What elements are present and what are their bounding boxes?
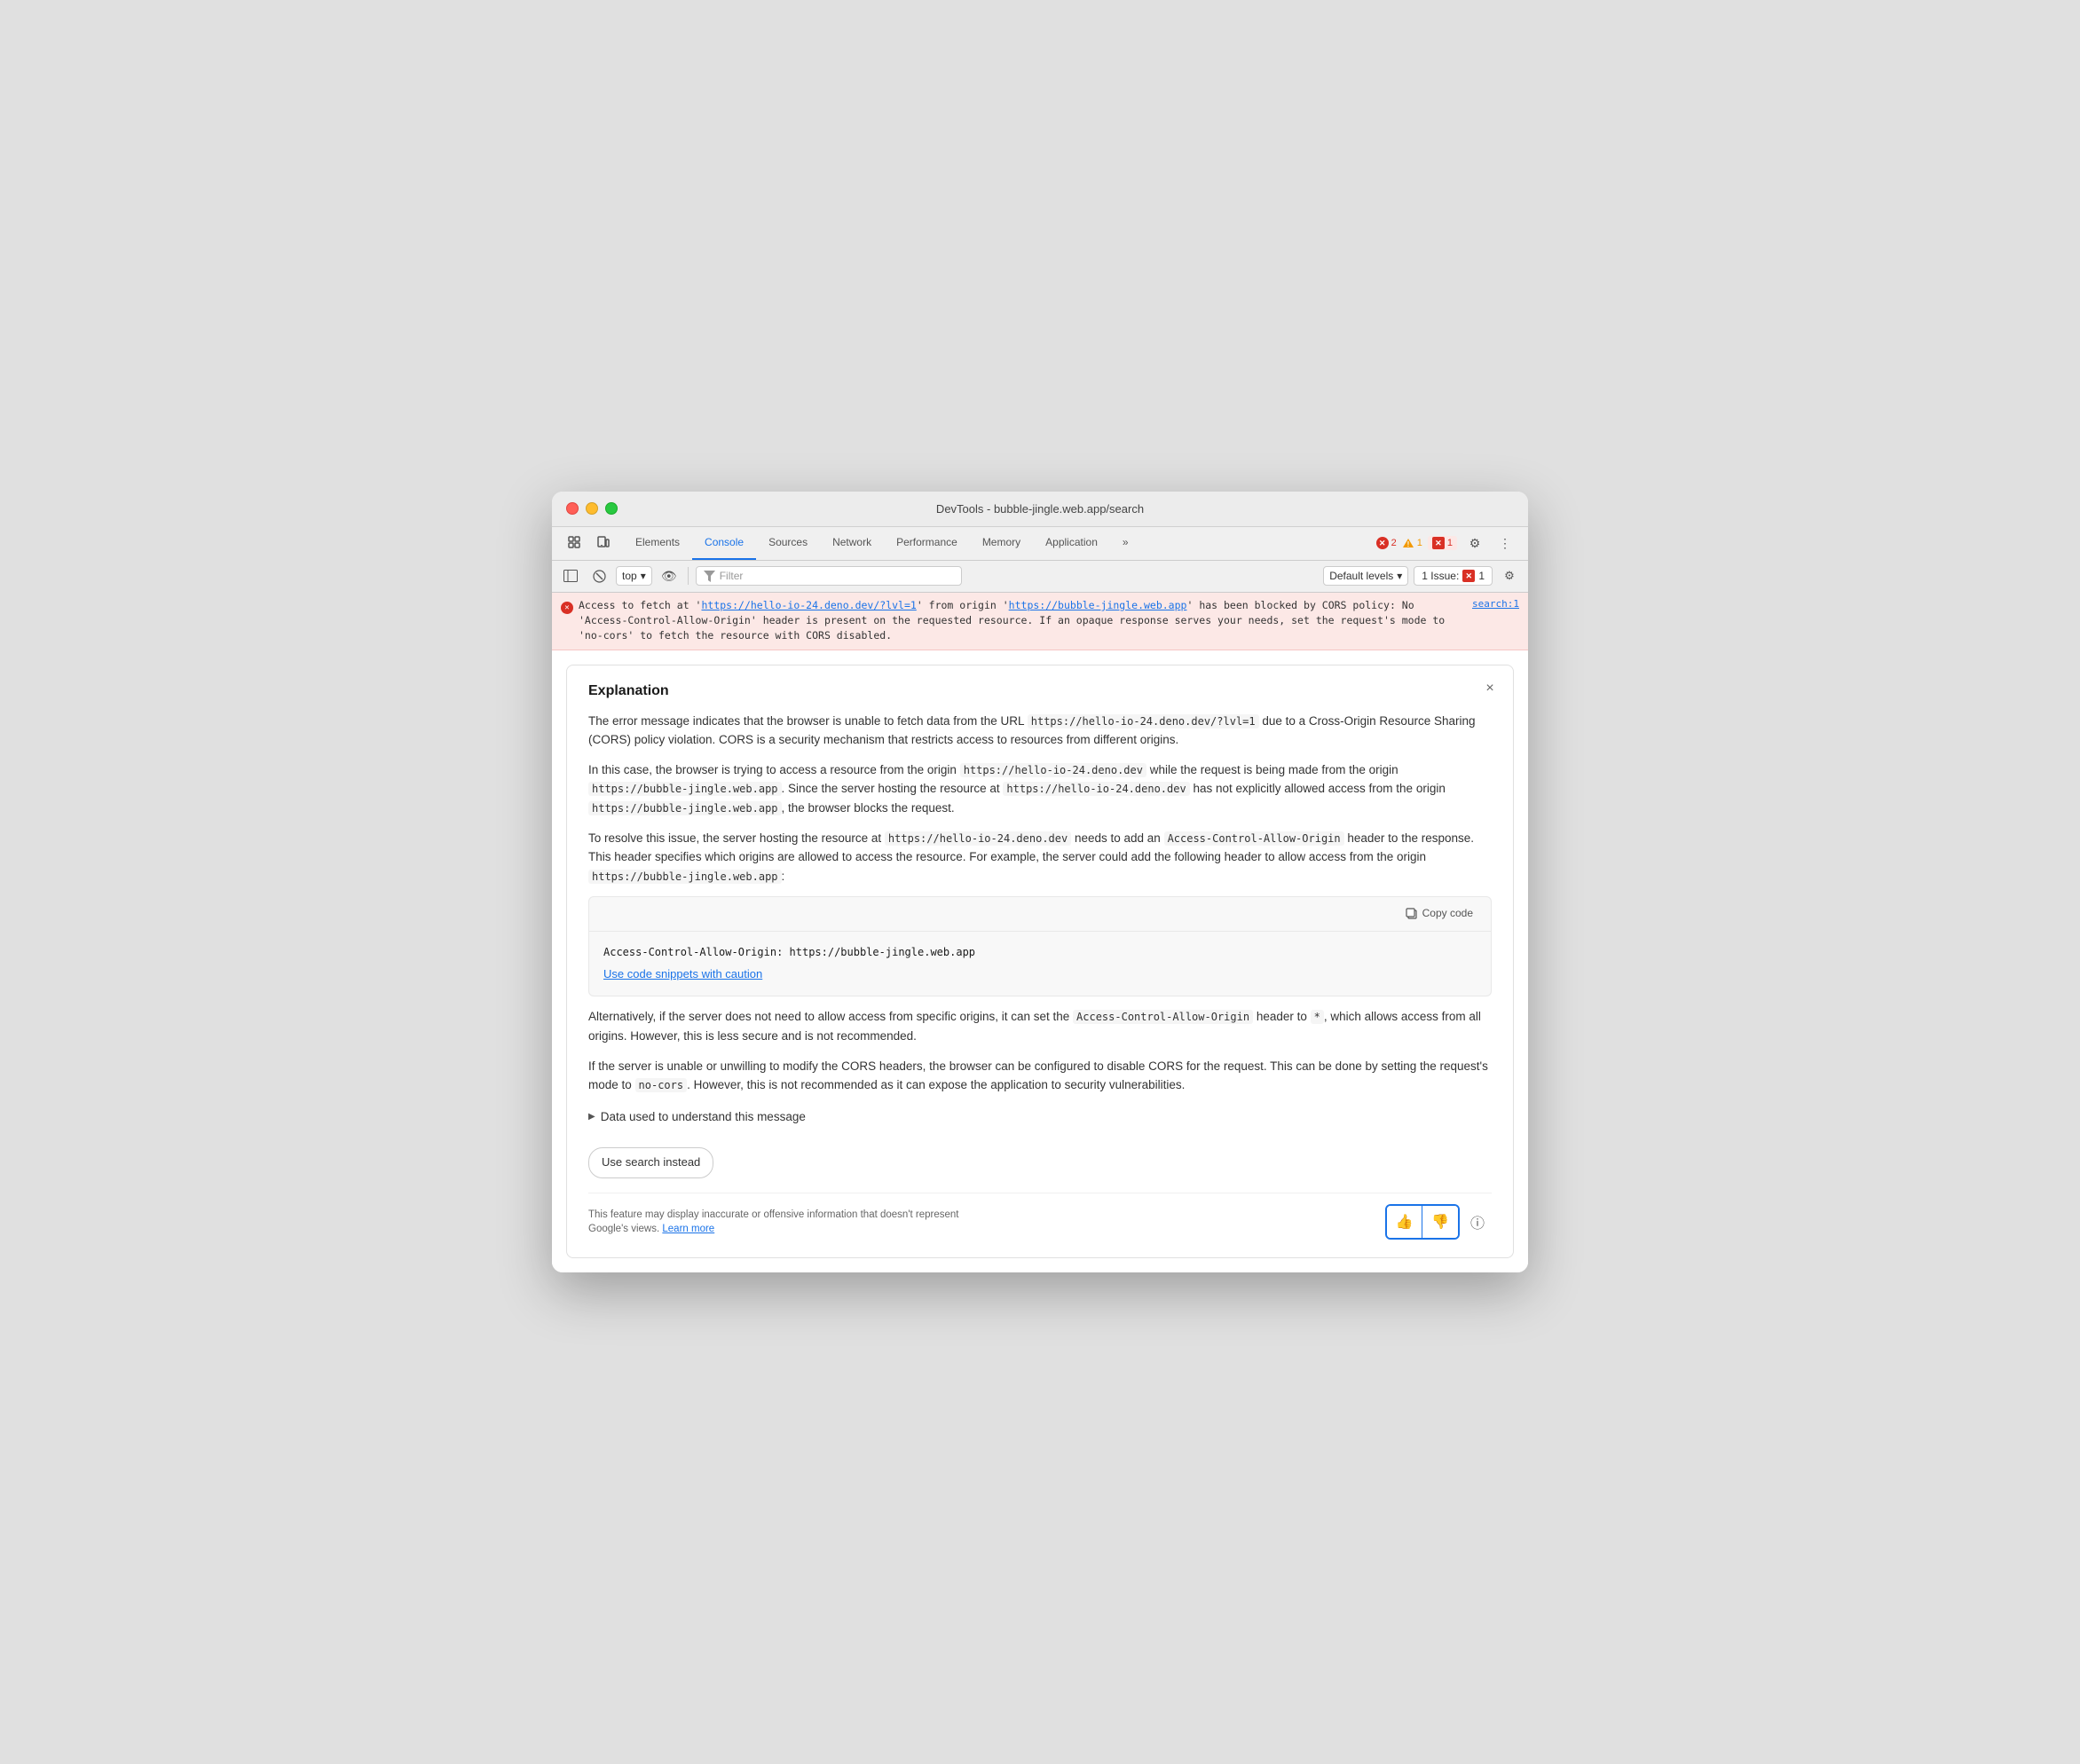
error-url2-link[interactable]: https://bubble-jingle.web.app bbox=[1009, 599, 1187, 611]
warn-triangle-icon: ! bbox=[1402, 538, 1414, 548]
issues-badge[interactable]: 1 Issue: ✕ 1 bbox=[1414, 566, 1493, 586]
console-settings-icon[interactable]: ⚙ bbox=[1498, 564, 1521, 587]
code-block: Copy code Access-Control-Allow-Origin: h… bbox=[588, 896, 1492, 996]
close-explanation-button[interactable]: × bbox=[1479, 678, 1501, 699]
code-snippet-text: Access-Control-Allow-Origin: https://bub… bbox=[603, 944, 1477, 960]
titlebar: DevTools - bubble-jingle.web.app/search bbox=[552, 492, 1528, 527]
tab-bar: Elements Console Sources Network Perform… bbox=[552, 527, 1528, 561]
devtools-window: DevTools - bubble-jingle.web.app/search … bbox=[552, 492, 1528, 1272]
error-icon: ✕ bbox=[1376, 537, 1389, 549]
warn-badge: ! 1 bbox=[1402, 538, 1422, 548]
traffic-lights bbox=[566, 502, 618, 515]
tab-sources[interactable]: Sources bbox=[756, 526, 820, 560]
svg-text:!: ! bbox=[1406, 540, 1409, 548]
filter-input[interactable]: Filter bbox=[696, 566, 962, 586]
custom-formatters-icon[interactable]: 👁 bbox=[658, 564, 681, 587]
explanation-para-1: The error message indicates that the bro… bbox=[588, 712, 1492, 750]
error-message-text: Access to fetch at 'https://hello-io-24.… bbox=[579, 598, 1467, 644]
explanation-para-4: Alternatively, if the server does not ne… bbox=[588, 1007, 1492, 1045]
error-badge: ✕ 2 bbox=[1376, 537, 1397, 549]
triangle-right-icon: ▶ bbox=[588, 1110, 595, 1124]
tab-right-badges: ✕ 2 ! 1 ✕ 1 ⚙ ⋮ bbox=[1376, 531, 1525, 555]
data-section: ▶ Data used to understand this message bbox=[588, 1107, 1492, 1127]
copy-icon bbox=[1406, 908, 1418, 920]
cors-error-row: ✕ Access to fetch at 'https://hello-io-2… bbox=[552, 593, 1528, 650]
tab-network[interactable]: Network bbox=[820, 526, 884, 560]
chevron-down-icon: ▾ bbox=[1397, 570, 1402, 582]
code-block-body: Access-Control-Allow-Origin: https://bub… bbox=[589, 932, 1491, 996]
error-source-link[interactable]: search:1 bbox=[1472, 598, 1519, 610]
use-search-button[interactable]: Use search instead bbox=[588, 1138, 1492, 1178]
explanation-body: The error message indicates that the bro… bbox=[588, 712, 1492, 1179]
tab-console[interactable]: Console bbox=[692, 526, 756, 560]
explanation-card: Explanation × The error message indicate… bbox=[566, 665, 1514, 1259]
explanation-para-2: In this case, the browser is trying to a… bbox=[588, 760, 1492, 818]
console-content: ✕ Access to fetch at 'https://hello-io-2… bbox=[552, 593, 1528, 1272]
info-badge: ✕ 1 bbox=[1428, 536, 1457, 550]
use-search-btn[interactable]: Use search instead bbox=[588, 1147, 713, 1178]
code-caution-link[interactable]: Use code snippets with caution bbox=[603, 965, 762, 984]
feedback-buttons: 👍 👎 ⓘ bbox=[1385, 1204, 1492, 1240]
learn-more-link[interactable]: Learn more bbox=[662, 1224, 714, 1234]
tab-performance[interactable]: Performance bbox=[884, 526, 970, 560]
feedback-btn-group: 👍 👎 bbox=[1385, 1204, 1460, 1240]
chevron-down-icon: ▾ bbox=[641, 570, 646, 582]
clear-console-icon[interactable] bbox=[587, 564, 611, 587]
explanation-para-3: To resolve this issue, the server hostin… bbox=[588, 829, 1492, 886]
tab-icons bbox=[555, 531, 623, 555]
filter-icon bbox=[704, 571, 715, 582]
explanation-footer: This feature may display inaccurate or o… bbox=[588, 1193, 1492, 1240]
info-err-icon: ✕ bbox=[1432, 537, 1445, 549]
explanation-para-5: If the server is unable or unwilling to … bbox=[588, 1057, 1492, 1095]
close-button[interactable] bbox=[566, 502, 579, 515]
inspect-icon[interactable] bbox=[563, 531, 587, 555]
device-toolbar-icon[interactable] bbox=[591, 531, 616, 555]
error-circle-icon: ✕ bbox=[561, 600, 573, 614]
devtools-main: Elements Console Sources Network Perform… bbox=[552, 527, 1528, 1272]
copy-code-button[interactable]: Copy code bbox=[1398, 902, 1480, 925]
feedback-info-button[interactable]: ⓘ bbox=[1463, 1208, 1492, 1236]
thumbs-down-button[interactable]: 👎 bbox=[1422, 1206, 1458, 1238]
data-section-toggle[interactable]: ▶ Data used to understand this message bbox=[588, 1107, 1492, 1127]
tab-more[interactable]: » bbox=[1110, 526, 1141, 560]
more-options-icon[interactable]: ⋮ bbox=[1493, 531, 1517, 555]
footer-disclaimer: This feature may display inaccurate or o… bbox=[588, 1208, 961, 1236]
console-toolbar: top ▾ 👁 Filter Default levels ▾ 1 Issue:… bbox=[552, 561, 1528, 593]
toolbar-right: Default levels ▾ 1 Issue: ✕ 1 ⚙ bbox=[1323, 564, 1521, 587]
issue-err-icon: ✕ bbox=[1462, 570, 1475, 582]
top-frame-selector[interactable]: top ▾ bbox=[616, 566, 652, 586]
window-title: DevTools - bubble-jingle.web.app/search bbox=[936, 502, 1144, 516]
tab-application[interactable]: Application bbox=[1033, 526, 1110, 560]
explanation-title: Explanation bbox=[588, 683, 1492, 699]
error-url1-link[interactable]: https://hello-io-24.deno.dev/?lvl=1 bbox=[701, 599, 916, 611]
thumbs-up-button[interactable]: 👍 bbox=[1387, 1206, 1422, 1238]
tabs: Elements Console Sources Network Perform… bbox=[623, 526, 1376, 560]
code-block-header: Copy code bbox=[589, 897, 1491, 931]
tab-memory[interactable]: Memory bbox=[970, 526, 1033, 560]
sidebar-toggle-icon[interactable] bbox=[559, 564, 582, 587]
settings-icon[interactable]: ⚙ bbox=[1462, 531, 1487, 555]
maximize-button[interactable] bbox=[605, 502, 618, 515]
log-levels-dropdown[interactable]: Default levels ▾ bbox=[1323, 566, 1408, 586]
toolbar-separator bbox=[688, 567, 689, 585]
minimize-button[interactable] bbox=[586, 502, 598, 515]
tab-elements[interactable]: Elements bbox=[623, 526, 692, 560]
